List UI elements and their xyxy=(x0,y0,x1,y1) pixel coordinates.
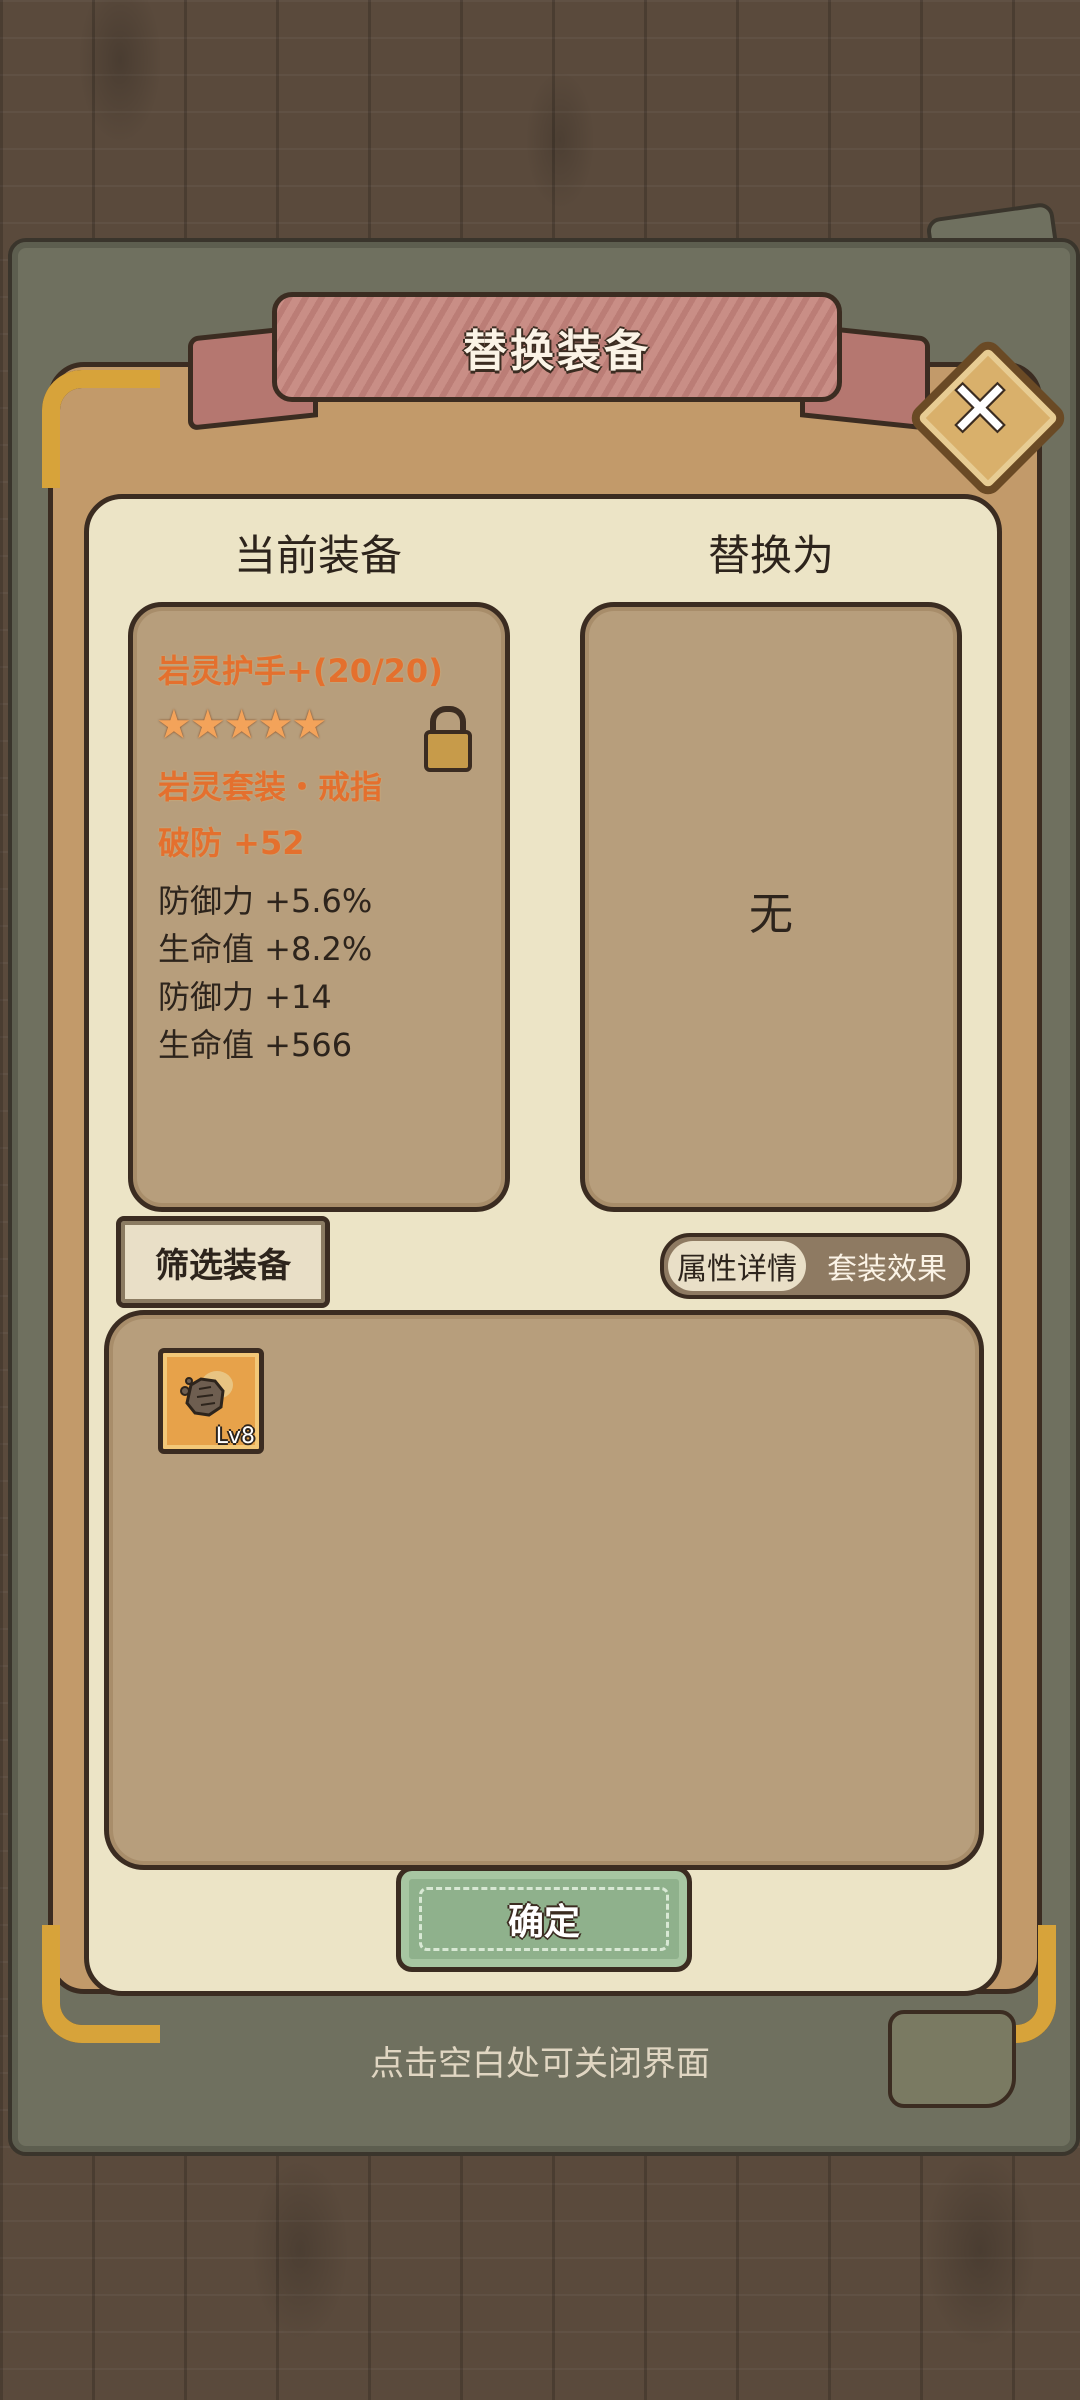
close-hint-text: 点击空白处可关闭界面 xyxy=(370,2044,710,2084)
lock-body xyxy=(424,730,472,772)
gold-corner-bottom-left xyxy=(42,1925,160,2043)
star-rating: ★★★★★ xyxy=(156,702,327,748)
current-equipment-heading: 当前装备 xyxy=(233,531,402,580)
sub-stat-1: 防御力 +5.6% xyxy=(158,882,373,920)
sub-stat-2: 生命值 +8.2% xyxy=(158,930,373,968)
equipment-name: 岩灵护手+(20/20) xyxy=(158,652,443,690)
inventory-item[interactable]: Lv8 xyxy=(158,1348,264,1454)
detail-toggle[interactable]: 属性详情 套装效果 xyxy=(660,1233,970,1299)
sub-stat-4: 生命值 +566 xyxy=(158,1026,353,1064)
title-ribbon: 替换装备 xyxy=(272,292,842,402)
confirm-button-label: 确定 xyxy=(507,1902,580,1943)
sub-stat-3: 防御力 +14 xyxy=(158,978,332,1016)
equipment-set-label: 岩灵套装・戒指 xyxy=(158,768,383,806)
equipment-main-stat: 破防 +52 xyxy=(158,824,305,862)
tab-attribute-details[interactable]: 属性详情 xyxy=(668,1241,806,1291)
confirm-button[interactable]: 确定 xyxy=(396,1866,692,1972)
filter-equipment-button[interactable]: 筛选装备 xyxy=(116,1216,330,1308)
lock-icon[interactable] xyxy=(424,706,472,772)
item-level-label: Lv8 xyxy=(215,1424,255,1449)
gauntlet-icon xyxy=(180,1371,233,1417)
close-icon: ✕ xyxy=(947,365,1013,455)
close-button[interactable]: ✕ xyxy=(905,335,1071,501)
gold-corner-top-left xyxy=(42,370,160,488)
tab-set-effect[interactable]: 套装效果 xyxy=(814,1241,960,1291)
replace-empty-text: 无 xyxy=(749,889,793,940)
replace-with-heading: 替换为 xyxy=(707,531,834,580)
dialog-title: 替换装备 xyxy=(463,326,651,377)
